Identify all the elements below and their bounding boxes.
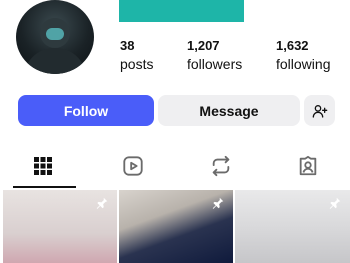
avatar-camera-lens	[46, 28, 64, 40]
avatar-figure-body	[24, 48, 86, 74]
profile-avatar[interactable]	[16, 0, 94, 74]
reposts-icon	[212, 155, 230, 177]
stat-posts-count: 38	[120, 38, 135, 53]
post-thumbnail[interactable]	[235, 190, 350, 263]
post-grid	[0, 190, 350, 263]
profile-name-redaction	[119, 0, 244, 22]
reels-icon	[123, 156, 143, 176]
post-thumbnail[interactable]	[3, 190, 117, 263]
tab-grid[interactable]	[8, 144, 78, 188]
stat-posts[interactable]: 38 posts	[120, 39, 153, 73]
stat-followers-label: followers	[187, 56, 243, 72]
message-button[interactable]: Message	[158, 95, 300, 126]
stat-following-count: 1,632	[276, 38, 309, 53]
profile-tabs	[0, 144, 350, 188]
post-thumbnail[interactable]	[119, 190, 233, 263]
grid-icon	[34, 157, 52, 175]
add-person-button[interactable]	[304, 95, 335, 126]
pin-icon	[212, 197, 224, 209]
pin-icon	[329, 197, 341, 209]
tab-reels[interactable]	[98, 144, 168, 188]
add-person-icon	[312, 104, 327, 118]
tab-tagged[interactable]	[273, 144, 343, 188]
stat-posts-label: posts	[120, 56, 154, 72]
tab-reposts[interactable]	[186, 144, 256, 188]
stat-following-label: following	[276, 56, 331, 72]
stat-followers[interactable]: 1,207 followers	[187, 39, 242, 73]
tagged-icon	[299, 155, 317, 176]
follow-button[interactable]: Follow	[18, 95, 154, 126]
active-tab-indicator	[13, 186, 76, 188]
stat-following[interactable]: 1,632 following	[276, 39, 330, 73]
pin-icon	[96, 197, 108, 209]
stat-followers-count: 1,207	[187, 38, 220, 53]
